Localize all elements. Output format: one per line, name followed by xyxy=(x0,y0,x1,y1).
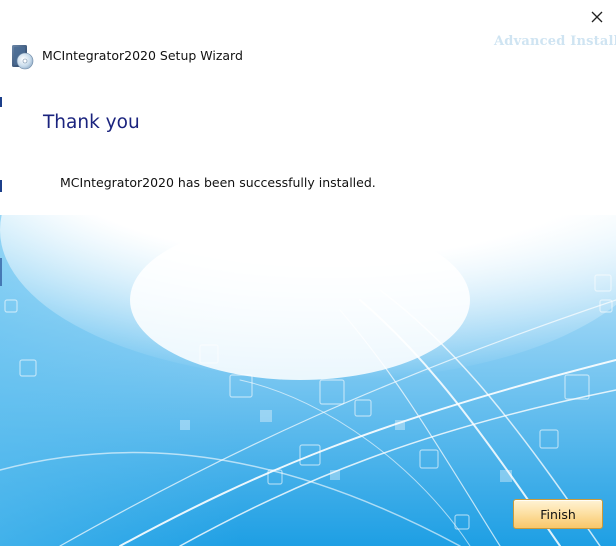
install-success-message: MCIntegrator2020 has been successfully i… xyxy=(60,175,376,190)
background-graphic xyxy=(0,0,616,546)
installer-disc-icon xyxy=(12,45,34,70)
setup-wizard-window: Advanced Installer MCIntegrator2020 Setu… xyxy=(0,0,616,546)
close-icon xyxy=(591,11,603,23)
advanced-installer-watermark: Advanced Installer xyxy=(494,34,616,49)
close-button[interactable] xyxy=(584,6,610,30)
edge-artifact xyxy=(0,180,2,192)
window-title: MCIntegrator2020 Setup Wizard xyxy=(42,48,243,63)
edge-artifact xyxy=(0,97,2,107)
finish-button[interactable]: Finish xyxy=(513,499,603,529)
page-heading: Thank you xyxy=(43,112,140,133)
edge-artifact xyxy=(0,258,2,286)
